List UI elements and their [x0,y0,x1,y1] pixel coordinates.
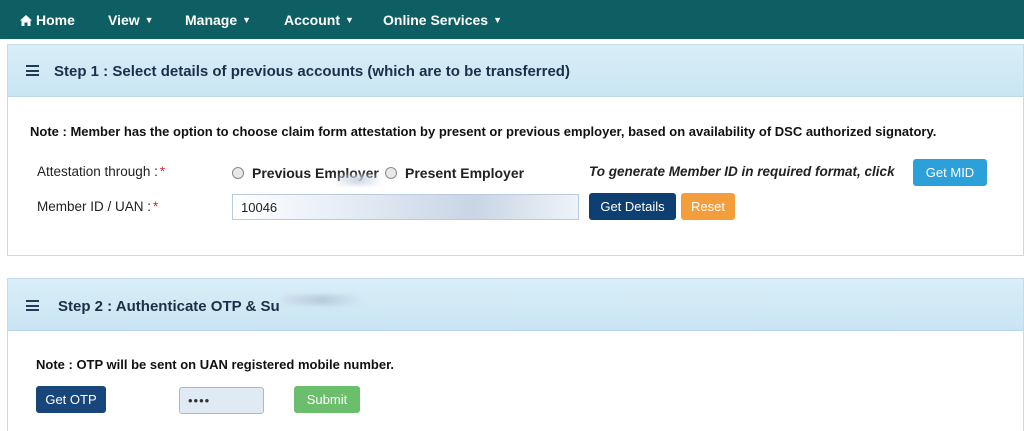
get-details-button[interactable]: Get Details [589,193,676,220]
hamburger-icon[interactable] [26,300,39,311]
get-mid-button[interactable]: Get MID [913,159,987,186]
get-mid-hint: To generate Member ID in required format… [589,164,895,179]
step2-header[interactable]: Step 2 : Authenticate OTP & Su [8,279,1023,331]
redacted-blur [282,295,362,305]
nav-manage-label: Manage [185,12,238,28]
step1-header[interactable]: Step 1 : Select details of previous acco… [8,45,1023,97]
home-icon [20,14,32,26]
radio-button[interactable] [385,167,397,179]
step1-title: Step 1 : Select details of previous acco… [54,63,570,80]
step2-panel: Step 2 : Authenticate OTP & Su [7,278,1024,431]
nav-account-label: Account [284,12,340,28]
nav-online-services-label: Online Services [383,12,489,28]
caret-down-icon: ▼ [493,15,502,25]
radio-present-employer[interactable]: Present Employer [385,165,524,181]
nav-home[interactable]: Home [20,12,75,28]
step2-title: Step 2 : Authenticate OTP & Su [58,298,280,315]
nav-home-label: Home [36,12,75,28]
caret-down-icon: ▼ [242,15,252,25]
step1-panel: Step 1 : Select details of previous acco… [7,44,1024,256]
member-id-input[interactable]: 10046 [232,194,579,220]
redacted-blur [335,175,380,185]
step1-note: Note : Member has the option to choose c… [30,124,937,139]
radio-present-label: Present Employer [405,165,525,181]
hamburger-icon[interactable] [26,65,39,76]
radio-button[interactable] [232,167,244,179]
nav-manage[interactable]: Manage ▼ [185,12,251,28]
caret-down-icon: ▼ [144,15,154,25]
top-navbar: Home View ▼ Manage ▼ Account ▼ Online Se… [0,0,1024,39]
required-mark: * [153,199,159,214]
member-id-label-text: Member ID / UAN : [37,199,152,214]
otp-input[interactable]: •••• [179,387,264,414]
attestation-label-text: Attestation through : [37,164,158,179]
caret-down-icon: ▼ [345,15,354,25]
reset-button[interactable]: Reset [681,193,735,220]
nav-view-label: View [108,12,140,28]
nav-view[interactable]: View ▼ [108,12,154,28]
required-mark: * [159,164,166,179]
nav-online-services[interactable]: Online Services ▼ [383,12,502,28]
nav-account[interactable]: Account ▼ [284,12,354,28]
submit-button[interactable]: Submit [294,386,360,413]
member-id-label: Member ID / UAN : * [37,199,158,214]
step2-note: Note : OTP will be sent on UAN registere… [36,357,395,372]
get-otp-button[interactable]: Get OTP [36,386,106,413]
attestation-label: Attestation through : * [37,164,165,179]
